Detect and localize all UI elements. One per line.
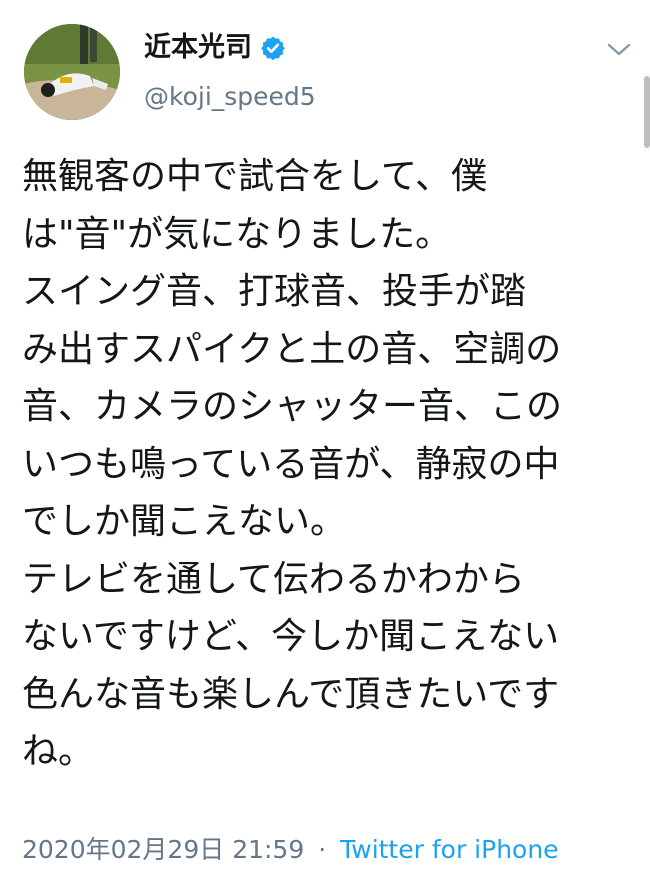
user-display-name-row[interactable]: 近本光司	[144, 30, 286, 66]
tweet-line: 音、カメラのシャッター音、この	[22, 386, 563, 427]
tweet-line: いつも鳴っている音が、静寂の中	[22, 443, 560, 485]
meta-separator: ·	[318, 835, 327, 864]
tweet-line: テレビを通して伝わるかわから	[22, 558, 525, 600]
user-handle[interactable]: @koji_speed5	[144, 80, 316, 114]
tweet-timestamp[interactable]: 2020年02月29日 21:59	[22, 835, 304, 864]
display-name[interactable]: 近本光司	[144, 30, 252, 66]
tweet-meta: 2020年02月29日 21:59 · Twitter for iPhone	[22, 833, 559, 867]
tweet-line: ないですけど、今しか聞こえない	[22, 616, 560, 657]
tweet-line: でしか聞こえない。	[22, 501, 347, 542]
tweet-line: ね。	[22, 731, 95, 772]
verified-badge-icon	[260, 35, 286, 61]
tweet-line: 無観客の中で試合をして、僕	[22, 156, 488, 197]
tweet-source-link[interactable]: Twitter for iPhone	[340, 835, 558, 864]
avatar[interactable]	[24, 24, 120, 120]
tweet-text: 無観客の中で試合をして、僕 は"音"が気になりました。 スイング音、打球音、投手…	[22, 148, 622, 781]
tweet-line: 色んな音も楽しんで頂きたいです	[22, 673, 560, 715]
tweet-line: み出すスパイクと土の音、空調の	[22, 328, 562, 370]
tweet-line: スイング音、打球音、投手が踏	[22, 271, 527, 312]
scrollbar[interactable]	[644, 76, 650, 148]
chevron-down-icon[interactable]	[606, 40, 632, 60]
tweet-line: は"音"が気になりました。	[22, 213, 452, 255]
